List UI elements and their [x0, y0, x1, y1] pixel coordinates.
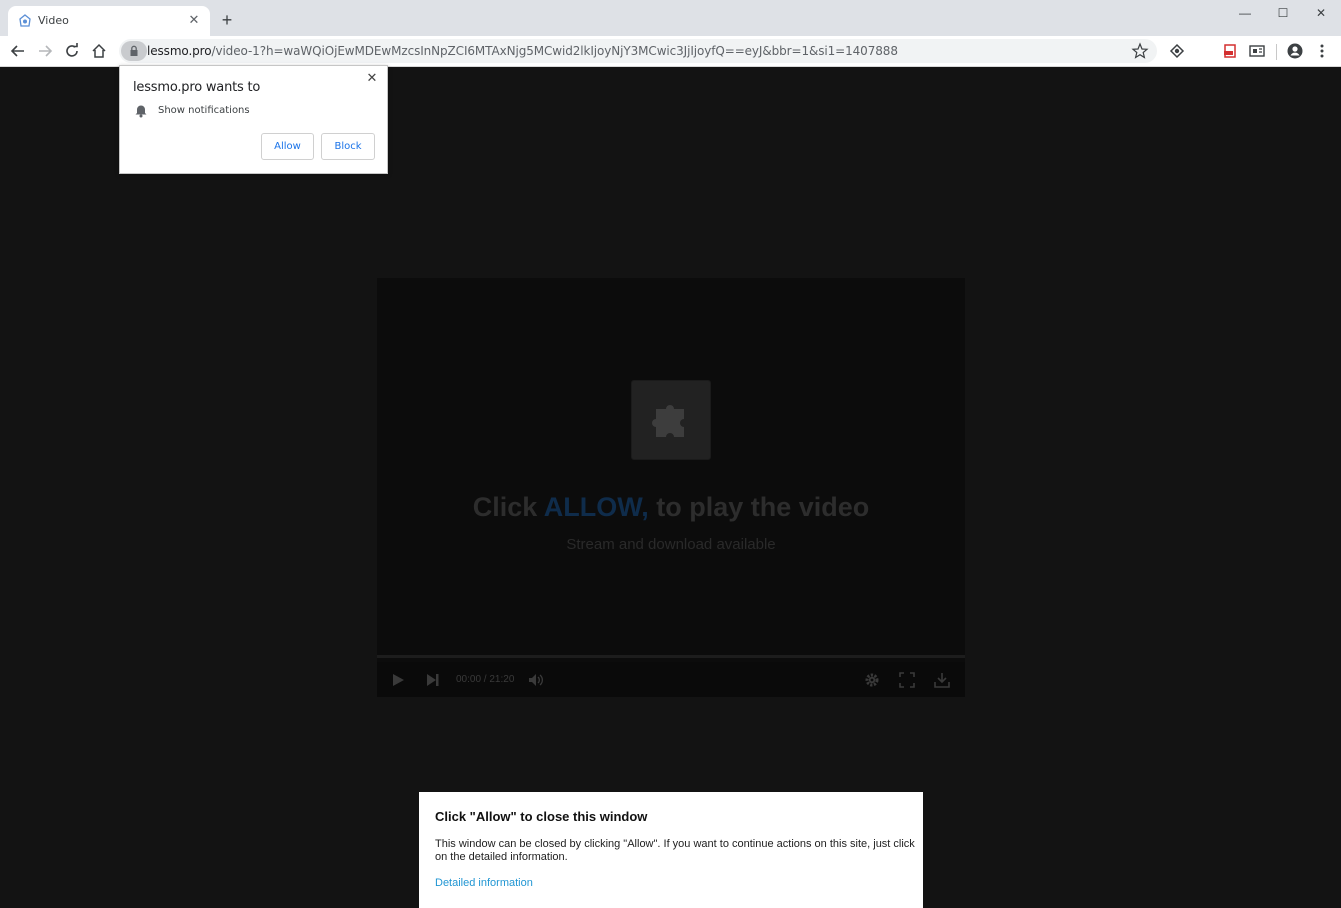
- time-display: 00:00 / 21:20: [456, 674, 515, 685]
- play-icon[interactable]: [389, 671, 407, 689]
- window-close-button[interactable]: ✕: [1310, 4, 1332, 22]
- tab-title: Video: [38, 14, 69, 27]
- player-controls: 00:00 / 21:20: [377, 662, 965, 697]
- volume-icon[interactable]: [527, 671, 545, 689]
- video-player[interactable]: Click ALLOW, to play the video Stream an…: [377, 278, 965, 697]
- play-subline: Stream and download available: [566, 536, 776, 553]
- allow-button[interactable]: Allow: [261, 133, 314, 160]
- extension-icon[interactable]: [1168, 42, 1186, 60]
- maximize-button[interactable]: ☐: [1272, 4, 1294, 22]
- play-instruction: Click ALLOW, to play the video: [377, 492, 965, 523]
- close-icon[interactable]: ✕: [364, 70, 380, 86]
- close-icon[interactable]: ✕: [186, 12, 202, 28]
- star-icon[interactable]: [1131, 42, 1149, 60]
- pdf-icon[interactable]: [1221, 42, 1239, 60]
- web-page: Click ALLOW, to play the video Stream an…: [0, 68, 1341, 908]
- url-host: lessmo.pro: [147, 44, 212, 58]
- plugin-placeholder[interactable]: [631, 380, 711, 460]
- forward-icon[interactable]: [36, 42, 54, 60]
- account-icon[interactable]: [1286, 42, 1304, 60]
- url-path: /video-1?h=waWQiOjEwMDEwMzcsInNpZCI6MTAx…: [211, 44, 898, 58]
- puzzle-icon: [652, 405, 684, 437]
- menu-icon[interactable]: [1313, 42, 1331, 60]
- headline-pre: Click: [472, 492, 544, 522]
- notification-permission-popup: lessmo.pro wants to ✕ Show notifications…: [119, 65, 388, 174]
- site-info-chip[interactable]: [121, 41, 147, 61]
- plus-icon[interactable]: +: [218, 11, 236, 29]
- permission-title: lessmo.pro wants to: [133, 80, 261, 95]
- close-window-dialog: Click "Allow" to close this window This …: [419, 792, 923, 908]
- home-icon[interactable]: [90, 42, 108, 60]
- fullscreen-icon[interactable]: [898, 671, 916, 689]
- block-button[interactable]: Block: [321, 133, 375, 160]
- url-text[interactable]: lessmo.pro/video-1?h=waWQiOjEwMDEwMzcsIn…: [147, 44, 898, 58]
- dialog-body: This window can be closed by clicking "A…: [435, 838, 915, 863]
- download-icon[interactable]: [933, 671, 951, 689]
- tab-strip: Video ✕ + — ☐ ✕: [0, 0, 1341, 36]
- reload-icon[interactable]: [63, 42, 81, 60]
- headline-accent: ALLOW,: [543, 492, 649, 522]
- permission-text: Show notifications: [158, 105, 250, 116]
- detailed-information-link[interactable]: Detailed information: [435, 877, 533, 889]
- minimize-button[interactable]: —: [1234, 4, 1256, 22]
- gear-icon[interactable]: [863, 671, 881, 689]
- dialog-title: Click "Allow" to close this window: [435, 809, 648, 824]
- back-icon[interactable]: [9, 42, 27, 60]
- favicon-icon: [19, 14, 31, 27]
- next-icon[interactable]: [424, 671, 442, 689]
- bell-icon: [135, 105, 147, 118]
- address-bar[interactable]: lessmo.pro/video-1?h=waWQiOjEwMDEwMzcsIn…: [119, 39, 1157, 63]
- toolbar-separator: [1276, 44, 1277, 60]
- progress-bar[interactable]: [377, 655, 965, 658]
- lock-icon: [130, 45, 138, 56]
- translate-icon[interactable]: [1248, 42, 1266, 60]
- headline-post: to play the video: [648, 492, 870, 522]
- browser-toolbar: lessmo.pro/video-1?h=waWQiOjEwMDEwMzcsIn…: [0, 36, 1341, 67]
- tab-video[interactable]: Video ✕: [8, 6, 210, 36]
